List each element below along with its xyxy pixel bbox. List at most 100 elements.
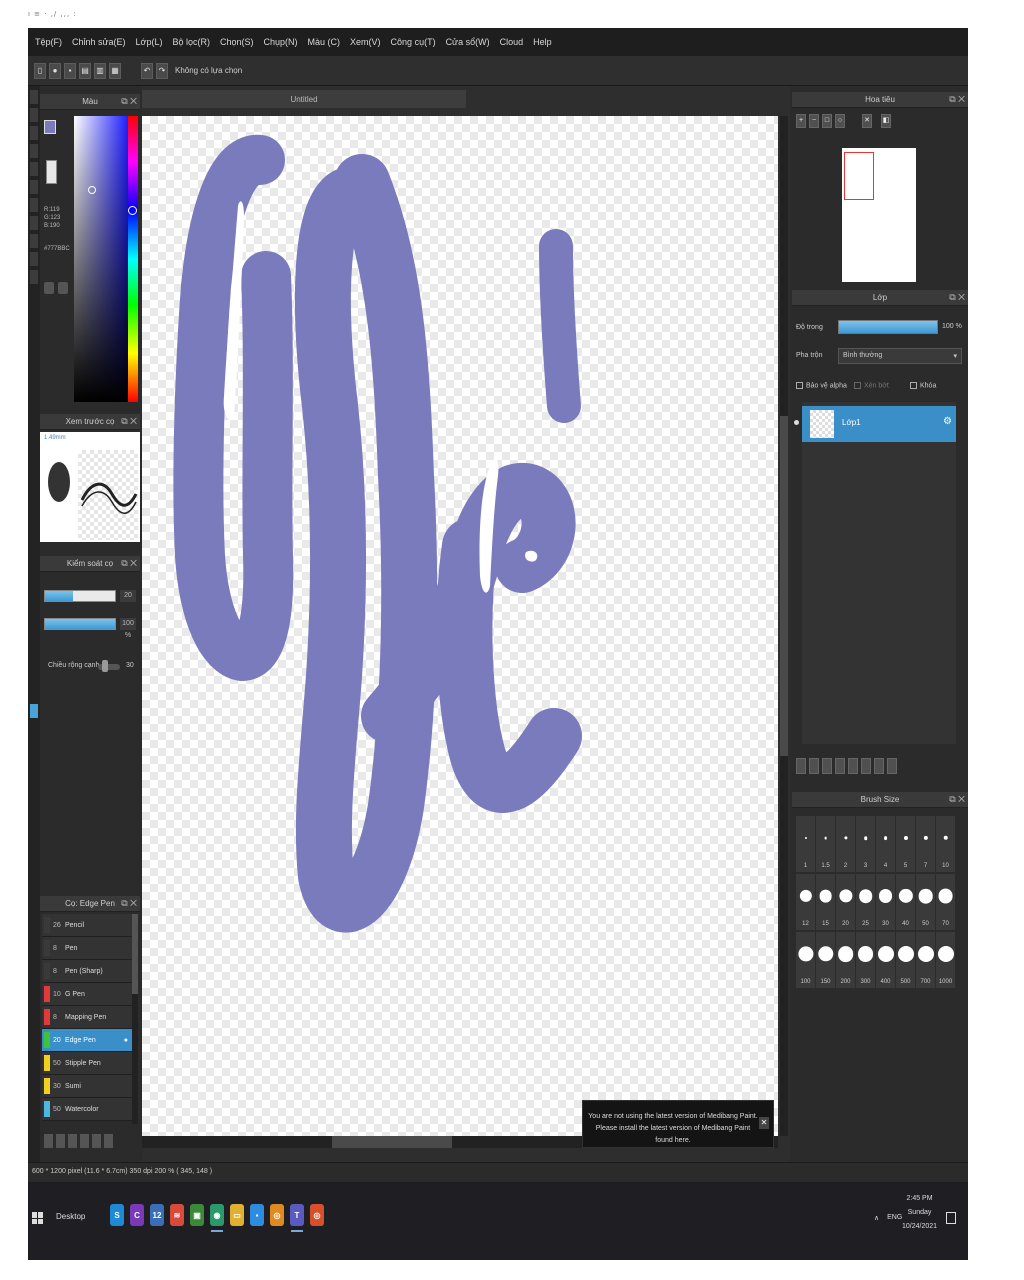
navigator-thumbnail[interactable]: [842, 148, 916, 282]
add-layer-icon[interactable]: [796, 758, 806, 774]
chrome2-icon[interactable]: ◎: [310, 1204, 324, 1226]
edge-width-knob[interactable]: [102, 660, 108, 672]
tool-move[interactable]: [30, 144, 38, 158]
brush-size-cell[interactable]: 4: [876, 816, 895, 872]
hue-slider[interactable]: [128, 116, 138, 402]
update-notice[interactable]: You are not using the latest version of …: [582, 1100, 774, 1148]
chevron-up-icon[interactable]: ∧: [874, 1214, 879, 1222]
protect-alpha-checkbox[interactable]: Bảo vệ alpha: [796, 382, 847, 389]
brush-size-cell[interactable]: 100: [796, 932, 815, 988]
merge-down-icon[interactable]: [861, 758, 871, 774]
menu-cloud[interactable]: Cloud: [495, 37, 529, 47]
brush-item[interactable]: 30 Sumi: [42, 1075, 132, 1098]
tool-select[interactable]: [30, 198, 38, 212]
brush-size-slider[interactable]: [44, 590, 116, 602]
add-brush-icon[interactable]: [44, 1134, 53, 1148]
close-icon[interactable]: ⧉ ✕: [121, 898, 137, 909]
fit-icon[interactable]: □: [822, 114, 832, 128]
tool-brush[interactable]: [30, 90, 38, 104]
tool-hand[interactable]: [30, 270, 38, 284]
windows-start-icon[interactable]: [32, 1212, 44, 1224]
menu-help[interactable]: Help: [528, 37, 557, 47]
menu-filter[interactable]: Bộ lọc(R): [167, 37, 215, 47]
folder-icon[interactable]: [92, 1134, 101, 1148]
brush-size-cell[interactable]: 50: [916, 874, 935, 930]
palette-icon[interactable]: [58, 282, 68, 294]
brush-size-cell[interactable]: 5: [896, 816, 915, 872]
brush-item[interactable]: 26 Pencil: [42, 914, 132, 937]
menu-window[interactable]: Cửa sổ(W): [441, 37, 495, 47]
duplicate-layer-icon[interactable]: [822, 758, 832, 774]
notification-icon[interactable]: [946, 1212, 956, 1224]
foreground-swatch[interactable]: [44, 120, 56, 134]
reset-rotation-icon[interactable]: ✕: [862, 114, 872, 128]
brush-size-cell[interactable]: 1000: [936, 932, 955, 988]
chrome-icon[interactable]: ◎: [270, 1204, 284, 1226]
zoom-icon[interactable]: ▪: [250, 1204, 264, 1226]
menu-select[interactable]: Chọn(S): [215, 37, 259, 47]
duplicate-brush-icon[interactable]: [80, 1134, 89, 1148]
tool-active[interactable]: [30, 704, 38, 718]
brush-size-cell[interactable]: 200: [836, 932, 855, 988]
layer-item[interactable]: Lớp1 ⚙: [794, 406, 956, 442]
brush-size-cell[interactable]: 400: [876, 932, 895, 988]
close-icon[interactable]: ⧉ ✕: [121, 558, 137, 569]
brush-size-cell[interactable]: 500: [896, 932, 915, 988]
brush-size-cell[interactable]: 40: [896, 874, 915, 930]
open-icon[interactable]: ●: [49, 62, 61, 79]
desktop-toolbar-label[interactable]: Desktop: [56, 1212, 85, 1221]
add-halftone-layer-icon[interactable]: [809, 758, 819, 774]
brush-size-cell[interactable]: 7: [916, 816, 935, 872]
menu-snap[interactable]: Chụp(N): [259, 37, 303, 47]
tool-gradient[interactable]: [30, 180, 38, 194]
wifi-icon[interactable]: ≋: [170, 1204, 184, 1226]
eyedropper-icon[interactable]: [44, 282, 54, 294]
canvas-vertical-scrollbar[interactable]: [780, 116, 788, 1136]
actual-size-icon[interactable]: ○: [835, 114, 845, 128]
brush-size-cell[interactable]: 2: [836, 816, 855, 872]
new-brush-icon[interactable]: [56, 1134, 65, 1148]
brush-size-cell[interactable]: 10: [936, 816, 955, 872]
save-icon[interactable]: ▪: [64, 62, 76, 79]
brush-item[interactable]: 10 G Pen: [42, 983, 132, 1006]
close-icon[interactable]: ⧉ ✕: [949, 292, 965, 303]
eye-icon[interactable]: [794, 420, 799, 425]
sv-cursor[interactable]: [88, 186, 96, 194]
new-file-icon[interactable]: ▯: [34, 62, 46, 79]
hue-cursor[interactable]: [128, 206, 137, 215]
navigator-viewport-frame[interactable]: [844, 152, 874, 200]
close-icon[interactable]: ⧉ ✕: [949, 794, 965, 805]
lock-checkbox[interactable]: Khóa: [910, 382, 936, 389]
brush-item[interactable]: 20 Edge Pen ●: [42, 1029, 132, 1052]
layer-menu-icon[interactable]: [835, 758, 845, 774]
undo-icon[interactable]: ↶: [141, 62, 153, 79]
brush-settings-icon[interactable]: [68, 1134, 77, 1148]
close-icon[interactable]: ⧉ ✕: [121, 96, 137, 107]
delete-layer-icon[interactable]: [887, 758, 897, 774]
brush-size-cell[interactable]: 20: [836, 874, 855, 930]
brush-item[interactable]: 8 Pen (Sharp): [42, 960, 132, 983]
tool-text[interactable]: [30, 252, 38, 266]
tool-lasso[interactable]: [30, 216, 38, 230]
tool-wand[interactable]: [30, 234, 38, 248]
brush-size-cell[interactable]: 1.5: [816, 816, 835, 872]
document-tab[interactable]: Untitled: [142, 90, 466, 108]
brush-size-cell[interactable]: 3: [856, 816, 875, 872]
brush-size-value[interactable]: 20: [120, 590, 136, 602]
c-app-icon[interactable]: C: [130, 1204, 144, 1226]
clock[interactable]: 2:45 PM Sunday 10/24/2021: [902, 1192, 937, 1234]
brush-opacity-value[interactable]: 100 %: [120, 618, 136, 639]
delete-brush-icon[interactable]: [104, 1134, 113, 1148]
brush-item[interactable]: 8 Pen: [42, 937, 132, 960]
transparent-swatch[interactable]: [46, 160, 57, 184]
tool-eraser[interactable]: [30, 108, 38, 122]
brush-size-cell[interactable]: 1: [796, 816, 815, 872]
medibang-icon[interactable]: ◉: [210, 1204, 224, 1232]
close-icon[interactable]: ⧉ ✕: [949, 94, 965, 105]
brush-item[interactable]: 50 Stipple Pen: [42, 1052, 132, 1075]
folder-icon[interactable]: [848, 758, 858, 774]
blend-mode-select[interactable]: Bình thường ▾: [838, 348, 962, 364]
close-icon[interactable]: ✕: [759, 1117, 769, 1129]
menu-color[interactable]: Màu (C): [303, 37, 346, 47]
brush-size-cell[interactable]: 700: [916, 932, 935, 988]
